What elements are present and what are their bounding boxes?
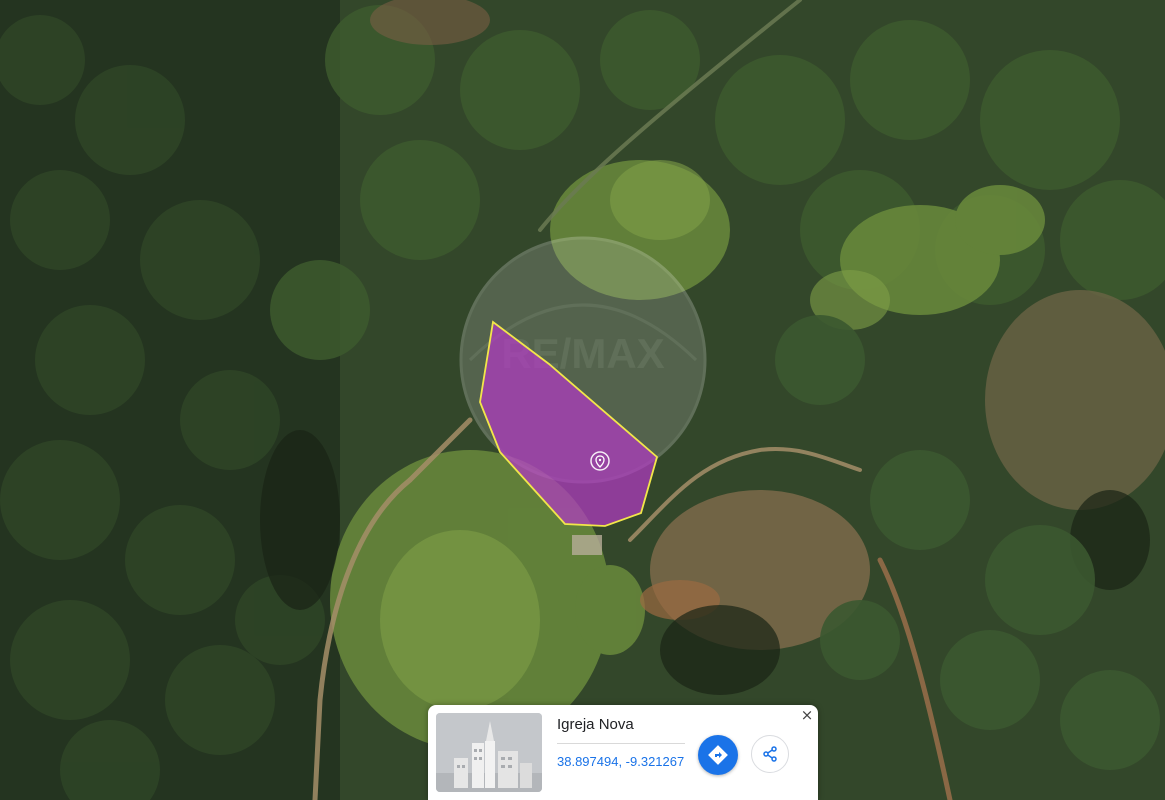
share-icon: [763, 746, 777, 762]
directions-button[interactable]: [698, 735, 738, 775]
location-info-card: Igreja Nova 38.897494, -9.321267 ×: [428, 705, 818, 800]
divider: [557, 743, 685, 744]
coordinates-link[interactable]: 38.897494, -9.321267: [557, 754, 684, 769]
directions-icon: [708, 745, 728, 765]
location-thumbnail[interactable]: [436, 713, 542, 792]
location-title: Igreja Nova: [557, 716, 634, 733]
satellite-map[interactable]: RE/MAX: [0, 0, 1165, 800]
building: [572, 535, 602, 555]
city-placeholder-icon: [436, 713, 542, 792]
share-button[interactable]: [751, 735, 789, 773]
close-icon[interactable]: ×: [799, 707, 815, 723]
